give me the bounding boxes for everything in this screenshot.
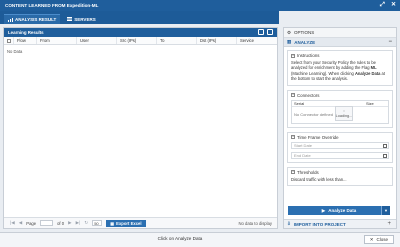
analyze-data-label: Analyze Data [328, 208, 357, 213]
collapse-instructions-icon[interactable]: − [291, 53, 295, 58]
column-header-service[interactable]: Service [237, 37, 277, 44]
end-date-field[interactable]: End Date [291, 151, 389, 159]
gear-icon: ⚙ [287, 29, 292, 35]
instructions-title-text: Instructions [297, 53, 320, 58]
timeframe-title-text: Time Frame Override [297, 134, 339, 140]
instructions-text: Select from your Security Policy the rul… [291, 60, 385, 82]
loading-text: Loading... [335, 113, 353, 118]
column-header-dst-ips[interactable]: Dst (IPs) [197, 37, 237, 44]
export-excel-label: Export Excel [116, 220, 142, 226]
learning-results-panel: Learning Results Flow From User Src (IPs… [3, 27, 278, 229]
connectors-section: − Connectors Serial Size No Connector de… [287, 89, 393, 128]
close-label: Close [376, 237, 388, 242]
grid-settings-icon[interactable] [267, 29, 273, 35]
prev-page-icon[interactable]: ◀ [19, 220, 23, 226]
play-icon: ▶ [321, 207, 326, 213]
import-into-project-header[interactable]: ⇩ IMPORT INTO PROJECT + [284, 219, 396, 228]
tab-servers[interactable]: SERVERS [63, 14, 99, 24]
expand-icon[interactable]: + [387, 221, 391, 227]
timeframe-section: − Time Frame Override Start Date End Dat… [287, 131, 393, 163]
collapse-icon[interactable]: − [388, 39, 392, 45]
analyze-chart-icon: ▥ [287, 39, 292, 44]
page-of-label: of 0 [57, 220, 65, 226]
learning-results-title: Learning Results [8, 30, 44, 35]
loading-indicator: ◌ Loading... [335, 105, 353, 121]
collapse-thresholds-icon[interactable]: − [291, 170, 295, 175]
tab-servers-label: SERVERS [74, 16, 96, 22]
panel-header-icons [258, 29, 273, 35]
column-header-serial[interactable]: Serial [292, 101, 364, 106]
analyze-body: − Instructions Select from your Security… [284, 47, 396, 186]
chart-icon [8, 17, 13, 22]
next-page-icon[interactable]: ▶ [68, 220, 72, 226]
close-x-icon: ✕ [369, 236, 374, 242]
window-title: CONTENT LEARNED FROM Expedition-ML [5, 3, 99, 8]
calendar-icon[interactable] [383, 153, 387, 158]
start-date-placeholder: Start Date [294, 142, 313, 148]
server-icon [67, 17, 73, 21]
start-date-field[interactable]: Start Date [291, 141, 389, 149]
page-size-select[interactable]: 50 [92, 220, 103, 226]
connectors-title-text: Connectors [297, 92, 320, 98]
timeframe-title[interactable]: − Time Frame Override [288, 133, 392, 142]
last-page-icon[interactable]: ▶| [76, 220, 81, 226]
page-number-input[interactable] [40, 220, 54, 226]
analyze-hint-text: Click on Analyze Data [157, 236, 203, 241]
collapse-timeframe-icon[interactable]: − [291, 135, 295, 140]
thresholds-title-text: Thresholds [297, 169, 319, 175]
tab-analysis-result-label: ANALYSIS RESULT [15, 17, 57, 22]
columns-icon[interactable] [258, 29, 264, 35]
options-header[interactable]: ⚙ OPTIONS [284, 28, 396, 38]
spinner-icon: ◌ [342, 108, 346, 113]
excel-icon: ▦ [110, 220, 115, 226]
analyze-data-button[interactable]: ▶ Analyze Data [288, 206, 390, 215]
learning-results-header: Learning Results [4, 28, 277, 37]
close-icon[interactable]: ✕ [391, 2, 396, 8]
column-header-user[interactable]: User [77, 37, 117, 44]
connectors-table: Serial Size No Connector defined ◌ Loadi… [291, 99, 389, 124]
select-all-checkbox[interactable] [6, 38, 11, 43]
analyze-section-header[interactable]: ▥ ANALYZE − [284, 38, 396, 47]
refresh-icon[interactable]: ↻ [84, 220, 88, 226]
instructions-section: − Instructions Select from your Security… [287, 50, 393, 86]
analyze-label: ANALYZE [294, 39, 316, 45]
column-header-size[interactable]: Size [364, 101, 388, 106]
column-header-flow[interactable]: Flow [14, 37, 37, 44]
pager-status: No data to display [238, 220, 272, 226]
analyze-dropdown-button[interactable]: ▼ [381, 206, 390, 215]
tab-analysis-result[interactable]: ANALYSIS RESULT [4, 14, 61, 24]
connectors-title[interactable]: − Connectors [288, 91, 392, 100]
collapse-connectors-icon[interactable]: − [291, 93, 295, 98]
thresholds-text: Discard traffic with less than... [291, 176, 347, 182]
maximize-icon[interactable]: ⤢ [380, 2, 385, 8]
pagination-bar: |◀ ◀ Page of 0 ▶ ▶| ↻ 50 ▦ Export Excel … [4, 217, 277, 228]
tab-bar: ANALYSIS RESULT SERVERS [0, 11, 279, 24]
window-controls: ⤢ ✕ [380, 2, 396, 8]
thresholds-title[interactable]: − Thresholds [288, 168, 392, 177]
first-page-icon[interactable]: |◀ [10, 220, 15, 226]
column-header-from[interactable]: From [37, 37, 77, 44]
export-excel-button[interactable]: ▦ Export Excel [106, 219, 146, 227]
window-titlebar: CONTENT LEARNED FROM Expedition-ML ⤢ ✕ [0, 0, 400, 11]
import-label: IMPORT INTO PROJECT [293, 221, 346, 227]
end-date-placeholder: End Date [294, 152, 311, 158]
column-header-src-ips[interactable]: Src (IPs) [117, 37, 157, 44]
instructions-title[interactable]: − Instructions [288, 51, 392, 60]
chevron-down-icon: ▼ [384, 208, 388, 213]
options-label: OPTIONS [294, 30, 315, 35]
results-table-header: Flow From User Src (IPs) To Dst (IPs) Se… [4, 37, 277, 45]
thresholds-section: − Thresholds Discard traffic with less t… [287, 166, 393, 186]
options-panel: ⚙ OPTIONS ▥ ANALYZE − − Instructions Sel… [283, 27, 397, 229]
column-header-to[interactable]: To [157, 37, 197, 44]
calendar-icon[interactable] [383, 143, 387, 148]
import-icon: ⇩ [287, 221, 291, 226]
page-label: Page [26, 220, 37, 226]
footer-bar: Click on Analyze Data ✕ Close [0, 232, 400, 247]
select-all-cell [4, 37, 14, 44]
empty-results-text: No Data [7, 49, 23, 54]
close-button[interactable]: ✕ Close [363, 235, 394, 244]
